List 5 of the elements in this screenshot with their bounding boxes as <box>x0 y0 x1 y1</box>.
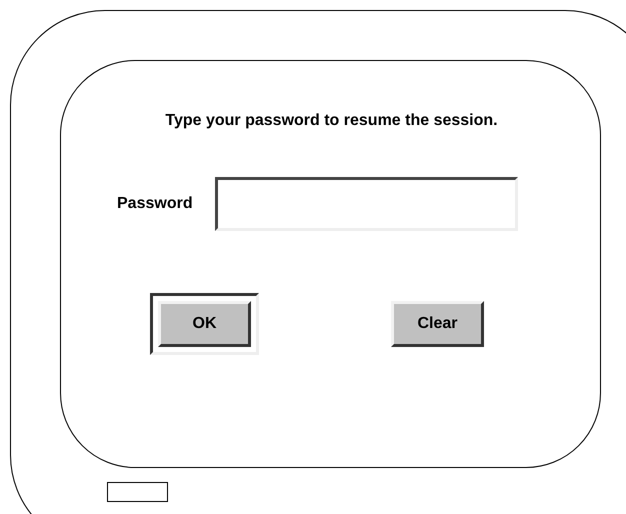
password-field[interactable] <box>214 177 518 231</box>
status-light-icon <box>107 482 168 502</box>
prompt-text: Type your password to resume the session. <box>165 111 498 131</box>
dialog-button[interactable]: OK <box>150 293 259 355</box>
password-label: Password <box>117 194 193 214</box>
